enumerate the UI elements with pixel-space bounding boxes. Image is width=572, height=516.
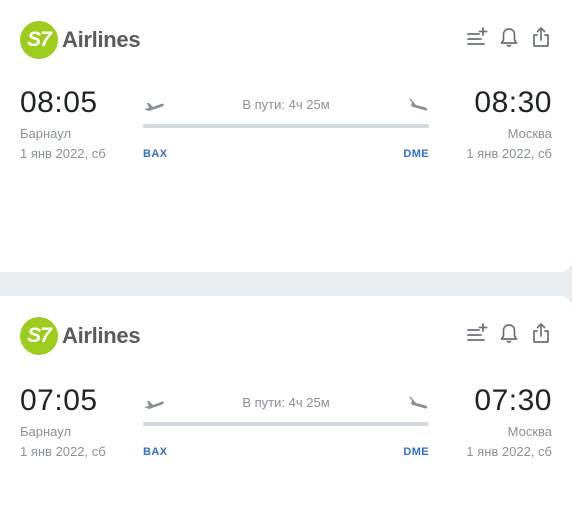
departure-date: 1 янв 2022, сб xyxy=(20,444,106,459)
card-actions xyxy=(466,26,552,48)
departure-city: Барнаул xyxy=(20,424,72,439)
flight-card[interactable]: S7 Airlines 07:05 Барнаул 1 янв 2022, сб… xyxy=(0,296,572,516)
s7-logo-mark: S7 xyxy=(20,21,58,59)
airline-logo: S7 Airlines xyxy=(20,316,141,356)
departure-time: 07:05 xyxy=(20,384,98,417)
flight-duration: В пути: 4ч 25м xyxy=(242,395,330,410)
landing-icon xyxy=(407,97,429,113)
departure-city: Барнаул xyxy=(20,126,72,141)
airline-name: Airlines xyxy=(62,27,141,52)
arrival-airport-code: DME xyxy=(403,148,429,160)
share-icon[interactable] xyxy=(530,26,552,48)
arrival-city: Москва xyxy=(507,424,552,439)
flight-duration: В пути: 4ч 25м xyxy=(242,97,330,112)
share-icon[interactable] xyxy=(530,322,552,344)
route-line: В пути: 4ч 25м BAX DME xyxy=(143,95,429,165)
departure-airport-code: BAX xyxy=(143,148,168,160)
landing-icon xyxy=(407,395,429,411)
arrival-time: 07:30 xyxy=(474,384,552,417)
route-bar xyxy=(143,422,429,426)
s7-logo-mark: S7 xyxy=(20,317,58,355)
card-actions xyxy=(466,322,552,344)
route-bar xyxy=(143,124,429,128)
arrival-airport-code: DME xyxy=(403,446,429,458)
departure-date: 1 янв 2022, сб xyxy=(20,146,106,161)
airline-logo: S7 Airlines xyxy=(20,20,141,60)
departure-time: 08:05 xyxy=(20,86,98,119)
arrival-date: 1 янв 2022, сб xyxy=(466,444,552,459)
departure-airport-code: BAX xyxy=(143,446,168,458)
bell-icon[interactable] xyxy=(498,26,520,48)
flight-card[interactable]: S7 Airlines 08:05 Барнаул 1 янв 2022, сб… xyxy=(0,0,572,272)
route-line: В пути: 4ч 25м BAX DME xyxy=(143,393,429,463)
add-to-list-icon[interactable] xyxy=(466,26,488,48)
add-to-list-icon[interactable] xyxy=(466,322,488,344)
arrival-city: Москва xyxy=(507,126,552,141)
arrival-date: 1 янв 2022, сб xyxy=(466,146,552,161)
bell-icon[interactable] xyxy=(498,322,520,344)
arrival-time: 08:30 xyxy=(474,86,552,119)
airline-name: Airlines xyxy=(62,323,141,348)
